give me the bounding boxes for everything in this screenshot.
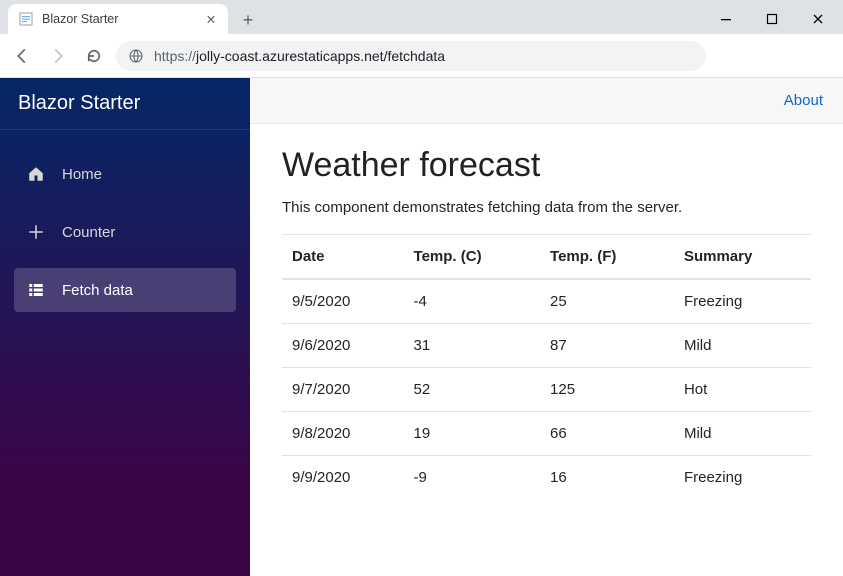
forecast-table: Date Temp. (C) Temp. (F) Summary 9/5/202… (282, 234, 811, 499)
home-icon (26, 165, 46, 183)
tab-title: Blazor Starter (42, 12, 196, 26)
sidebar-item-label: Counter (62, 224, 115, 241)
browser-tab[interactable]: Blazor Starter ✕ (8, 4, 228, 34)
table-row: 9/7/2020 52 125 Hot (282, 368, 811, 412)
window-controls (703, 2, 843, 34)
table-row: 9/6/2020 31 87 Mild (282, 324, 811, 368)
cell-temp-c: -9 (404, 456, 541, 500)
cell-summary: Mild (674, 324, 811, 368)
sidebar-item-label: Fetch data (62, 282, 133, 299)
cell-date: 9/6/2020 (282, 324, 404, 368)
cell-temp-f: 25 (540, 279, 674, 324)
col-summary: Summary (674, 235, 811, 280)
page: Weather forecast This component demonstr… (250, 124, 843, 521)
cell-temp-f: 66 (540, 412, 674, 456)
list-icon (26, 281, 46, 299)
col-date: Date (282, 235, 404, 280)
cell-summary: Freezing (674, 279, 811, 324)
maximize-icon[interactable] (749, 4, 795, 34)
site-info-icon[interactable] (128, 48, 144, 64)
url-text: https://jolly-coast.azurestaticapps.net/… (154, 48, 445, 64)
titlebar: Blazor Starter ✕ + (0, 0, 843, 34)
cell-temp-c: -4 (404, 279, 541, 324)
content-area: About Weather forecast This component de… (250, 78, 843, 576)
page-subtitle: This component demonstrates fetching dat… (282, 199, 811, 216)
sidebar: Blazor Starter Home Counter (0, 78, 250, 576)
cell-temp-f: 16 (540, 456, 674, 500)
cell-summary: Mild (674, 412, 811, 456)
topbar: About (250, 78, 843, 124)
cell-summary: Freezing (674, 456, 811, 500)
sidebar-item-fetch-data[interactable]: Fetch data (14, 268, 236, 312)
cell-date: 9/9/2020 (282, 456, 404, 500)
nav: Home Counter (0, 152, 250, 312)
new-tab-button[interactable]: + (234, 6, 262, 34)
favicon-icon (18, 11, 34, 27)
table-row: 9/8/2020 19 66 Mild (282, 412, 811, 456)
forward-button[interactable] (44, 42, 72, 70)
address-bar: https://jolly-coast.azurestaticapps.net/… (0, 34, 843, 78)
cell-temp-f: 125 (540, 368, 674, 412)
cell-temp-c: 52 (404, 368, 541, 412)
cell-date: 9/5/2020 (282, 279, 404, 324)
table-header-row: Date Temp. (C) Temp. (F) Summary (282, 235, 811, 280)
cell-summary: Hot (674, 368, 811, 412)
col-temp-c: Temp. (C) (404, 235, 541, 280)
cell-temp-f: 87 (540, 324, 674, 368)
about-link[interactable]: About (784, 92, 823, 109)
brand-title[interactable]: Blazor Starter (0, 78, 250, 130)
cell-temp-c: 19 (404, 412, 541, 456)
close-tab-icon[interactable]: ✕ (204, 12, 218, 27)
table-row: 9/5/2020 -4 25 Freezing (282, 279, 811, 324)
table-row: 9/9/2020 -9 16 Freezing (282, 456, 811, 500)
close-window-icon[interactable] (795, 4, 841, 34)
page-title: Weather forecast (282, 146, 811, 185)
browser-chrome: Blazor Starter ✕ + (0, 0, 843, 78)
omnibox[interactable]: https://jolly-coast.azurestaticapps.net/… (116, 41, 706, 71)
cell-date: 9/8/2020 (282, 412, 404, 456)
back-button[interactable] (8, 42, 36, 70)
app: Blazor Starter Home Counter (0, 78, 843, 576)
sidebar-item-counter[interactable]: Counter (14, 210, 236, 254)
col-temp-f: Temp. (F) (540, 235, 674, 280)
cell-date: 9/7/2020 (282, 368, 404, 412)
reload-button[interactable] (80, 42, 108, 70)
sidebar-item-label: Home (62, 166, 102, 183)
minimize-icon[interactable] (703, 4, 749, 34)
cell-temp-c: 31 (404, 324, 541, 368)
plus-icon (26, 223, 46, 241)
sidebar-item-home[interactable]: Home (14, 152, 236, 196)
